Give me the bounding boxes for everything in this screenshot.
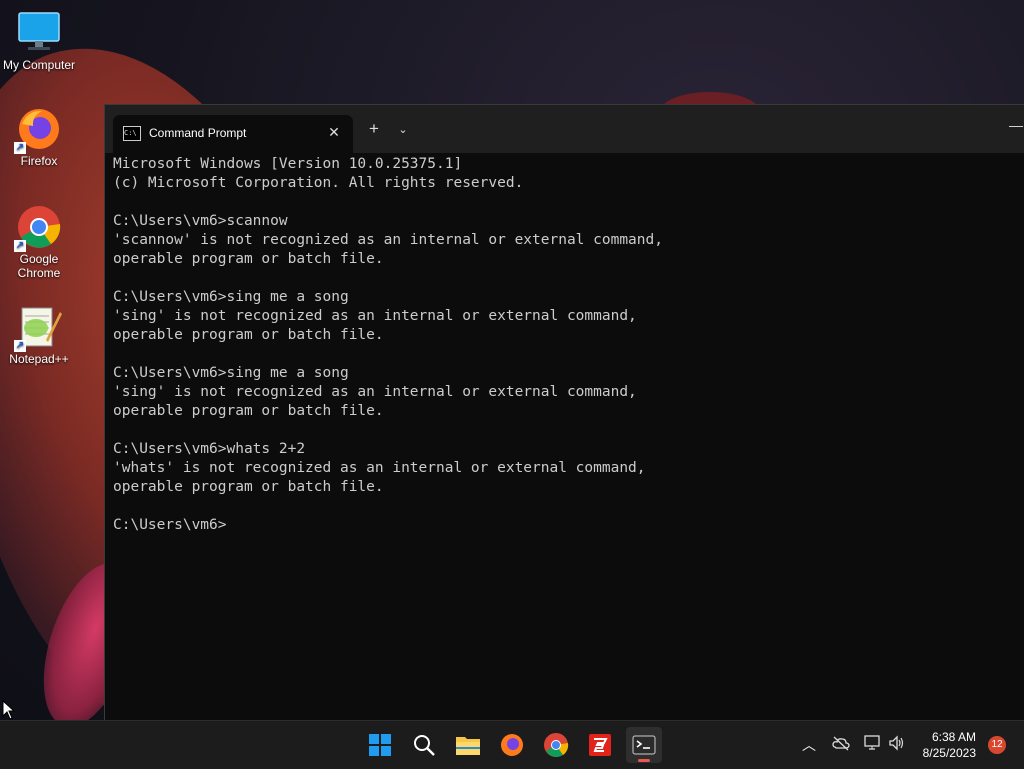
desktop-icon-firefox[interactable]: ↗ Firefox xyxy=(0,106,78,168)
windows-logo-icon xyxy=(369,734,391,756)
clock-time: 6:38 AM xyxy=(931,730,976,744)
chrome-taskbar-button[interactable] xyxy=(538,727,574,763)
folder-icon xyxy=(456,737,480,755)
console-line: operable program or batch file. xyxy=(113,327,384,343)
volume-icon[interactable] xyxy=(888,735,906,754)
console-output[interactable]: Microsoft Windows [Version 10.0.25375.1]… xyxy=(113,155,1024,721)
start-button[interactable] xyxy=(362,727,398,763)
console-line: 'scannow' is not recognized as an intern… xyxy=(113,232,663,248)
active-indicator xyxy=(638,759,650,762)
desktop-icon-my-computer[interactable]: My Computer xyxy=(0,10,78,72)
console-line: 'whats' is not recognized as an internal… xyxy=(113,460,646,476)
firefox-icon: ↗ xyxy=(14,106,62,154)
firefox-icon xyxy=(501,734,523,756)
notepad-plus-plus-icon: ↗ xyxy=(14,304,62,352)
new-tab-button[interactable]: + xyxy=(363,119,385,141)
shortcut-arrow-icon: ↗ xyxy=(14,340,26,352)
close-tab-icon[interactable]: ✕ xyxy=(323,121,345,143)
tab-title: Command Prompt xyxy=(149,126,247,140)
search-icon xyxy=(414,735,435,756)
notification-badge[interactable]: 12 xyxy=(988,736,1006,754)
console-line: operable program or batch file. xyxy=(113,251,384,267)
desktop-icon-label: Notepad++ xyxy=(9,352,69,366)
desktop-icon-google-chrome[interactable]: ↗ Google Chrome xyxy=(0,204,78,280)
terminal-taskbar-button[interactable] xyxy=(626,727,662,763)
console-line: C:\Users\vm6>sing me a song xyxy=(113,289,349,305)
clock[interactable]: 6:38 AM 8/25/2023 xyxy=(923,729,976,761)
shortcut-arrow-icon: ↗ xyxy=(14,142,26,154)
chrome-icon xyxy=(544,733,569,757)
terminal-window: C:\ Command Prompt ✕ + ⌄ — Microsoft Win… xyxy=(104,104,1024,721)
onedrive-offline-icon[interactable] xyxy=(832,735,850,754)
firefox-taskbar-button[interactable] xyxy=(494,727,530,763)
desktop-icon-notepad-plus-plus[interactable]: ↗ Notepad++ xyxy=(0,304,78,366)
shortcut-arrow-icon: ↗ xyxy=(14,240,26,252)
command-prompt-icon: C:\ xyxy=(123,126,141,141)
console-line: C:\Users\vm6>whats 2+2 xyxy=(113,441,306,457)
console-line: 'sing' is not recognized as an internal … xyxy=(113,308,637,324)
red-app-taskbar-button[interactable] xyxy=(582,727,618,763)
console-line: Microsoft Windows [Version 10.0.25375.1] xyxy=(113,156,463,172)
tab-command-prompt[interactable]: C:\ Command Prompt ✕ xyxy=(113,115,353,153)
console-line: operable program or batch file. xyxy=(113,479,384,495)
desktop-icon-label: My Computer xyxy=(2,58,76,72)
minimize-button[interactable]: — xyxy=(1009,117,1024,137)
clock-date: 8/25/2023 xyxy=(922,746,976,760)
tab-dropdown-chevron-icon[interactable]: ⌄ xyxy=(393,119,413,141)
red-app-icon xyxy=(589,734,611,756)
console-line: C:\Users\vm6>scannow xyxy=(113,213,288,229)
taskbar: ︿ 6:38 AM 8/25/2023 12 xyxy=(0,720,1024,769)
mouse-cursor-icon xyxy=(2,699,16,725)
window-titlebar[interactable]: C:\ Command Prompt ✕ + ⌄ — xyxy=(105,105,1024,153)
desktop-icon-label: Firefox xyxy=(20,154,58,168)
file-explorer-button[interactable] xyxy=(450,727,486,763)
console-line: (c) Microsoft Corporation. All rights re… xyxy=(113,175,524,191)
network-icon[interactable] xyxy=(864,735,882,754)
monitor-icon xyxy=(16,10,62,56)
search-button[interactable] xyxy=(406,727,442,763)
console-line: C:\Users\vm6> xyxy=(113,517,227,533)
desktop-icon-label: Google Chrome xyxy=(17,252,61,280)
terminal-icon xyxy=(632,735,656,755)
console-line: 'sing' is not recognized as an internal … xyxy=(113,384,637,400)
show-hidden-icons-chevron-icon[interactable]: ︿ xyxy=(802,735,816,755)
console-line: operable program or batch file. xyxy=(113,403,384,419)
console-line: C:\Users\vm6>sing me a song xyxy=(113,365,349,381)
chrome-icon: ↗ xyxy=(14,204,62,252)
